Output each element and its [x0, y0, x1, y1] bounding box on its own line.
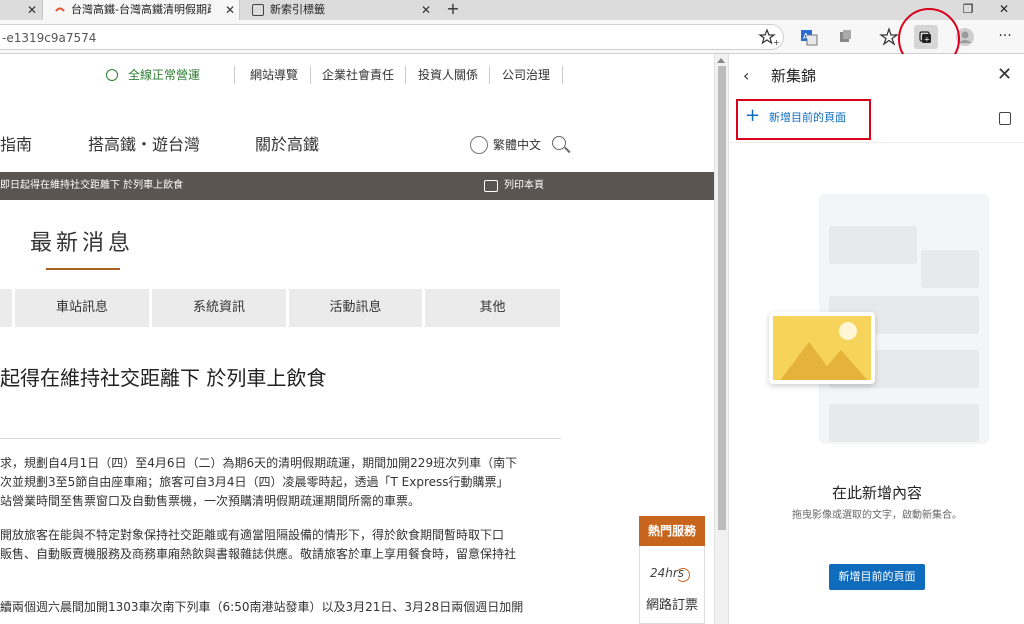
divider [405, 66, 406, 84]
close-window-button[interactable]: ✕ [990, 0, 1018, 20]
restore-button[interactable]: ❐ [954, 0, 982, 20]
close-pane-icon[interactable]: ✕ [997, 64, 1012, 86]
link-sitemap[interactable]: 網站導覽 [250, 67, 298, 83]
tab-new-label: 新索引標籤 [270, 3, 325, 16]
tab-system[interactable]: 系統資訊 [152, 289, 286, 327]
page-title: 最新消息 [30, 231, 135, 256]
article-headline: 起得在維持社交距離下 於列車上飲食 [0, 366, 327, 390]
tab-thsr-label: 台灣高鐵-台灣高鐵清明假期疏運 [71, 3, 211, 16]
link-csr[interactable]: 企業社會責任 [322, 67, 394, 83]
online-booking-label: 網路訂票 [645, 598, 698, 613]
service-status[interactable]: 全線正常營運 [128, 67, 200, 83]
tab-thsr[interactable]: 台灣高鐵-台灣高鐵清明假期疏運 [42, 0, 240, 20]
status-ok-icon [106, 69, 118, 81]
tab-all[interactable] [0, 289, 12, 327]
tab-events[interactable]: 活動訊息 [289, 289, 422, 327]
add-favorite-icon[interactable]: + [758, 26, 780, 48]
article-paragraph: 站營業時間至售票窗口及自動售票機，一次預購清明假期疏運期間所需的車票。 [0, 494, 421, 508]
tab-station[interactable]: 車站訊息 [15, 289, 149, 327]
divider [0, 438, 561, 439]
illustration-row [829, 404, 979, 442]
collection-title[interactable]: 新集錦 [771, 66, 816, 86]
search-icon[interactable] [552, 136, 566, 150]
highlight-box [736, 99, 871, 140]
thsr-favicon-icon [55, 7, 65, 12]
new-tab-page-icon [252, 4, 264, 16]
notice-bar: 即日起得在維持社交距離下 於列車上飲食 列印本頁 [0, 172, 714, 200]
hot-service-title: 熱門服務 [639, 516, 705, 546]
close-tab-icon[interactable]: ✕ [418, 0, 434, 20]
empty-state-heading: 在此新增內容 [831, 484, 922, 502]
page-scrollbar[interactable] [714, 54, 728, 624]
back-icon[interactable]: ‹ [743, 66, 749, 86]
divider [729, 142, 1024, 143]
divider [562, 66, 563, 84]
nav-about[interactable]: 關於高鐵 [255, 134, 319, 156]
print-button[interactable]: 列印本頁 [484, 172, 544, 200]
favorites-icon[interactable] [878, 26, 900, 48]
hot-service-online-booking[interactable]: 24hrs 網路訂票 [639, 546, 705, 624]
title-underline [46, 268, 120, 270]
url-text: -e1319c9a7574 [2, 31, 97, 45]
mountain-shape [813, 350, 869, 380]
collections-pane: ‹ 新集錦 ✕ + 新增目前的頁面 在此新增內容 拖曳影像或選取的文字，啟動新集… [728, 54, 1024, 624]
browser-toolbar: -e1319c9a7574 + A + ··· [0, 20, 1024, 54]
image-icon [769, 312, 875, 384]
divider [234, 66, 235, 84]
tab-other[interactable]: 其他 [425, 289, 560, 327]
printer-icon [484, 180, 498, 192]
web-page: 全線正常營運 網站導覽 企業社會責任 投資人關係 公司治理 指南 搭高鐵・遊台灣… [0, 54, 714, 624]
empty-collection-illustration [769, 184, 989, 454]
article-paragraph: 續兩個週六晨間加開1303車次南下列車（6:50南港站發車）以及3月21日、3月… [0, 600, 524, 614]
address-bar[interactable]: -e1319c9a7574 [0, 24, 784, 50]
article-paragraph: 販售、自動販賣機服務及商務車廂熱飲與書報雜誌供應。敬請旅客於車上享用餐食時，留意… [0, 547, 517, 561]
globe-icon [470, 136, 488, 154]
new-tab-button[interactable]: + [444, 0, 462, 20]
article-paragraph: 求，規劃自4月1日（四）至4月6日（二）為期6天的清明假期疏運，期間加開229班… [0, 456, 518, 470]
more-menu-icon[interactable]: ··· [994, 26, 1016, 48]
print-label: 列印本頁 [504, 180, 544, 191]
sun-shape [839, 322, 857, 340]
add-note-icon[interactable] [999, 112, 1011, 125]
translate-icon[interactable]: A [798, 26, 820, 48]
extension-icon[interactable] [834, 26, 856, 48]
illustration-row [829, 226, 917, 264]
empty-state-description: 拖曳影像或選取的文字，啟動新集合。 [792, 510, 962, 521]
link-investors[interactable]: 投資人關係 [418, 67, 478, 83]
language-label: 繁體中文 [493, 138, 542, 152]
divider [489, 66, 490, 84]
utility-bar: 全線正常營運 網站導覽 企業社會責任 投資人關係 公司治理 [0, 64, 714, 86]
close-tab-icon[interactable]: ✕ [24, 0, 40, 20]
scroll-thumb[interactable] [718, 66, 726, 530]
article-paragraph: 次並規劃3至5節自由座車廂；旅客可自3月4日（四）凌晨零時起，透過「T Expr… [0, 475, 509, 489]
divider [310, 66, 311, 84]
link-governance[interactable]: 公司治理 [502, 67, 550, 83]
tab-strip: ✕ 台灣高鐵-台灣高鐵清明假期疏運 ✕ 新索引標籤 ✕ + – ❐ ✕ [0, 0, 1024, 20]
nav-guide[interactable]: 指南 [0, 134, 32, 156]
add-current-page-button[interactable]: 新增目前的頁面 [829, 564, 925, 590]
article-paragraph: 開放旅客在能與不特定對象保持社交距離或有適當阻隔設備的情形下，得於飲食期間暫時取… [0, 528, 505, 542]
tab-new[interactable]: 新索引標籤 [244, 0, 440, 20]
svg-text:+: + [773, 38, 780, 47]
scroll-up-icon[interactable] [717, 58, 725, 63]
illustration-row [921, 250, 979, 288]
main-nav: 指南 搭高鐵・遊台灣 關於高鐵 [0, 134, 714, 156]
notice-text[interactable]: 即日起得在維持社交距離下 於列車上飲食 [0, 172, 183, 200]
close-tab-icon[interactable]: ✕ [222, 0, 238, 20]
nav-travel[interactable]: 搭高鐵・遊台灣 [88, 134, 200, 156]
clock-icon [676, 568, 690, 582]
svg-text:A: A [803, 32, 809, 41]
